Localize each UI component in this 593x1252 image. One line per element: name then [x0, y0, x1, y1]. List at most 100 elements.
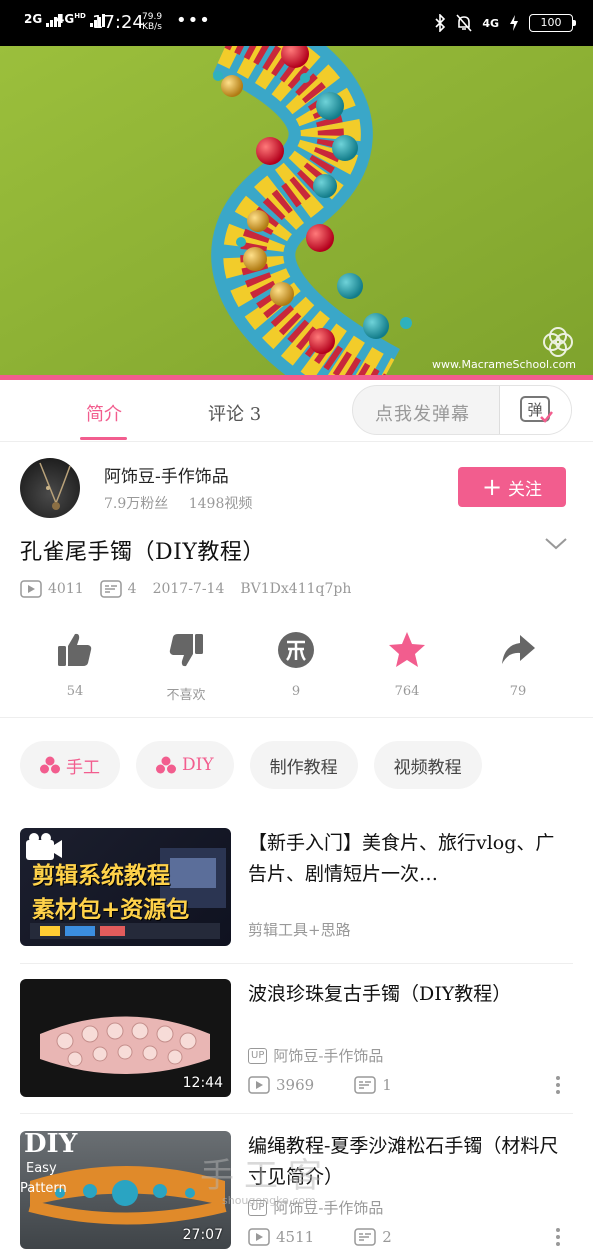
- video-meta: 4011 4 2017-7-14 BV1Dx411q7ph: [20, 578, 367, 600]
- danmaku-count: 4: [99, 580, 137, 598]
- video-duration: 27:07: [182, 1227, 223, 1243]
- page-watermark: 手工客: [200, 1156, 332, 1196]
- danmu-toggle-button[interactable]: 弹: [499, 386, 571, 434]
- video-duration: 12:44: [182, 1075, 223, 1091]
- related-video-card[interactable]: 剪辑系统教程 素材包+资源包 【新手入门】美食片、旅行vlog、广告片、剧情短片…: [0, 828, 593, 978]
- like-button[interactable]: 54: [30, 630, 120, 699]
- danmaku-count-icon: [354, 1228, 376, 1246]
- favorite-button[interactable]: 764: [362, 630, 452, 699]
- up-badge-icon: UP: [248, 1047, 268, 1064]
- plus-icon: +: [481, 473, 503, 501]
- play-count-icon: [248, 1228, 270, 1246]
- like-icon: [58, 633, 92, 666]
- video-frame-bracelet: [0, 46, 593, 376]
- tag-diy[interactable]: DIY: [136, 741, 234, 789]
- net-speed-value: 79.9: [142, 12, 163, 22]
- tag-label: 制作教程: [269, 757, 338, 778]
- share-icon: [502, 635, 535, 664]
- tag-label: 手工: [66, 757, 100, 778]
- related-title: 波浪珍珠复古手镯（DIY教程）: [248, 983, 512, 1005]
- mute-bell-icon: [456, 14, 472, 32]
- bvid: BV1Dx411q7ph: [240, 581, 352, 597]
- danmaku-count-icon: [99, 580, 122, 598]
- play-count-icon: [248, 1076, 270, 1094]
- tag-label: 视频教程: [393, 757, 462, 778]
- follow-button[interactable]: + 关注: [458, 467, 566, 507]
- status-bar: 2G 4GHD 17:24 79.9 KB/s ••• 4G 100: [0, 0, 593, 46]
- share-button[interactable]: 79: [473, 630, 563, 699]
- video-player[interactable]: www.MacrameSchool.com: [0, 46, 593, 376]
- related-stats: 4511 2: [248, 1228, 392, 1246]
- related-danmaku: 1: [382, 1076, 392, 1094]
- follow-label: 关注: [508, 479, 543, 500]
- like-count: 54: [66, 684, 84, 699]
- related-views: 4511: [276, 1228, 315, 1246]
- tag-list: 手工 DIY 制作教程 视频教程: [20, 741, 482, 789]
- thumbnail-diy: DIY: [24, 1131, 78, 1159]
- more-notifications-icon: •••: [176, 10, 211, 31]
- danmu-placeholder: 点我发弹幕: [375, 404, 470, 425]
- related-uploader: UP 阿饰豆-手作饰品: [248, 1045, 383, 1066]
- related-uploader-name: 阿饰豆-手作饰品: [273, 1047, 384, 1065]
- view-count: 4011: [20, 580, 84, 598]
- dislike-button[interactable]: 不喜欢: [141, 630, 231, 703]
- related-title: 【新手入门】美食片、旅行vlog、广告片、剧情短片一次…: [248, 832, 555, 885]
- danmu-icon: 弹: [519, 396, 553, 423]
- uploader-section: 阿饰豆-手作饰品 7.9万粉丝 1498视频 + 关注: [0, 442, 593, 532]
- star-icon: [389, 632, 425, 667]
- thumbnail-easy: Easy: [26, 1161, 57, 1176]
- thumbnail-text-2: 素材包+资源包: [32, 897, 190, 923]
- dislike-label: 不喜欢: [166, 688, 206, 703]
- more-vertical-icon[interactable]: [556, 1228, 562, 1249]
- related-stats: 3969 1: [248, 1076, 392, 1094]
- avatar[interactable]: [20, 458, 80, 518]
- bluetooth-icon: [435, 14, 446, 32]
- tab-intro[interactable]: 简介: [86, 400, 122, 426]
- more-vertical-icon[interactable]: [556, 1076, 562, 1097]
- uploader-fans: 7.9万粉丝: [104, 496, 169, 512]
- divider: [20, 963, 573, 964]
- page-watermark-sub: shougongke.com: [222, 1194, 316, 1207]
- signal-hd-label: HD: [74, 12, 86, 20]
- tag-making-tutorial[interactable]: 制作教程: [249, 741, 358, 789]
- net-speed: 79.9 KB/s: [142, 12, 162, 32]
- related-video-card[interactable]: 12:44 波浪珍珠复古手镯（DIY教程） UP 阿饰豆-手作饰品 3969 1: [0, 979, 593, 1129]
- video-watermark: www.MacrameSchool.com: [432, 358, 577, 371]
- tag-handmade[interactable]: 手工: [20, 741, 120, 789]
- video-thumbnail: 12:44: [20, 979, 231, 1097]
- channel-icon: [40, 756, 60, 774]
- tag-label: DIY: [182, 755, 214, 775]
- network-4g-label: 4G: [482, 16, 499, 30]
- share-count: 79: [509, 684, 527, 699]
- view-count-value: 4011: [48, 581, 84, 597]
- avatar-image: [39, 462, 71, 510]
- thumbnail-pattern: Pattern: [20, 1181, 67, 1196]
- action-bar: 54 不喜欢 9 764 79: [0, 630, 593, 718]
- coin-button[interactable]: 9: [251, 630, 341, 699]
- tab-active-indicator: [80, 437, 127, 440]
- net-speed-unit: KB/s: [142, 22, 162, 32]
- divider: [20, 1113, 573, 1114]
- uploader-name[interactable]: 阿饰豆-手作饰品: [104, 462, 229, 487]
- video-title: 孔雀尾手镯（DIY教程）: [20, 540, 265, 565]
- signal-2g-label: 2G: [24, 12, 43, 26]
- charging-icon: [510, 15, 518, 31]
- related-views: 3969: [276, 1076, 315, 1094]
- coin-count: 9: [291, 684, 301, 699]
- video-thumbnail: 剪辑系统教程 素材包+资源包: [20, 828, 231, 946]
- chevron-down-icon[interactable]: [543, 534, 569, 554]
- favorite-count: 764: [394, 684, 420, 699]
- uploader-stats: 7.9万粉丝 1498视频: [104, 493, 268, 513]
- clock: 17:24: [92, 12, 144, 33]
- coin-icon: [278, 632, 314, 668]
- danmaku-count-value: 4: [127, 581, 137, 597]
- uploader-video-count: 1498视频: [188, 496, 253, 512]
- tag-video-tutorial[interactable]: 视频教程: [373, 741, 482, 789]
- tab-comments[interactable]: 评论 3: [208, 400, 261, 426]
- publish-date: 2017-7-14: [152, 581, 225, 597]
- related-sub: 剪辑工具+思路: [248, 921, 351, 939]
- danmaku-count-icon: [354, 1076, 376, 1094]
- related-danmaku: 2: [382, 1228, 392, 1246]
- channel-icon: [156, 756, 176, 774]
- danmu-input[interactable]: 点我发弹幕 弹: [352, 385, 572, 435]
